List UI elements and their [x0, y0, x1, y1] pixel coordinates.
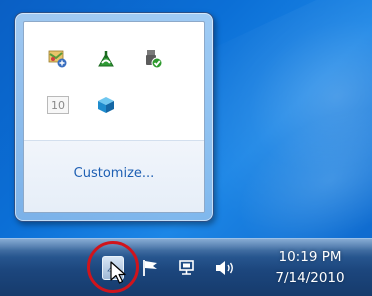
network-map-icon[interactable]	[47, 48, 69, 70]
action-center-flag-icon[interactable]	[140, 258, 162, 278]
taskbar-clock[interactable]: 10:19 PM 7/14/2010	[262, 247, 358, 289]
usb-safely-remove-icon[interactable]	[142, 48, 164, 70]
customize-area: Customize...	[24, 140, 204, 212]
green-recycle-icon[interactable]	[95, 48, 117, 70]
taskbar: 10:19 PM 7/14/2010	[0, 238, 372, 296]
notification-overflow-flyout: 10 Customize...	[14, 12, 214, 222]
clock-date: 7/14/2010	[275, 270, 345, 286]
ime-10-text: 10	[47, 96, 69, 114]
clock-time: 10:19 PM	[278, 249, 342, 265]
overflow-panel: 10 Customize...	[23, 21, 205, 213]
ime-10-icon[interactable]: 10	[47, 94, 69, 116]
network-icon[interactable]	[176, 258, 198, 278]
blue-cube-icon[interactable]	[95, 94, 117, 116]
volume-icon[interactable]	[214, 258, 236, 278]
mouse-cursor-icon	[110, 261, 128, 289]
customize-link[interactable]: Customize...	[24, 166, 204, 181]
